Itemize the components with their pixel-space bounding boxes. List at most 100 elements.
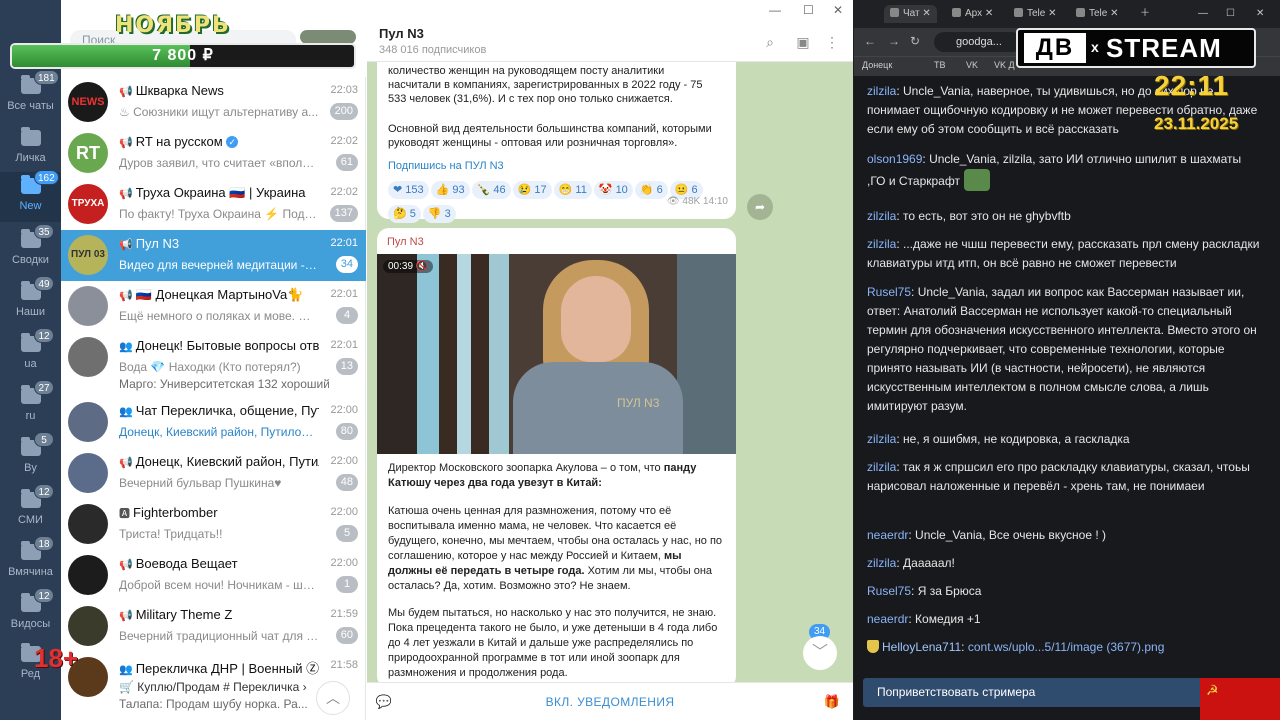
reaction-champagne[interactable]: 🍾 46 — [471, 181, 511, 199]
folder-new[interactable]: 162 New — [0, 170, 61, 222]
tab-telegram[interactable]: Tele ✕ — [1014, 5, 1057, 23]
reaction-heart[interactable]: ❤ 153 — [388, 181, 429, 199]
stream-clock: 22:11 — [1154, 70, 1230, 101]
folder-by[interactable]: 5 By — [0, 432, 61, 484]
address-bar[interactable]: goodga... — [934, 32, 1022, 52]
bookmark[interactable]: Донецк — [862, 60, 892, 70]
chat-username[interactable]: HelloyLena711 — [882, 640, 961, 654]
chat-item[interactable]: 📢 Воевода Вещает 22:00 Доброй всем ночи! … — [61, 550, 366, 601]
stream-logo-right: STREAM — [1106, 33, 1222, 63]
chat-item[interactable]: 👥Донецк! Бытовые вопросы ответы: 22:01 В… — [61, 332, 366, 396]
gift-icon[interactable]: 🎁 — [823, 693, 841, 711]
chat-item[interactable]: 👥Чат Перекличка, общение, Путил... 22:00… — [61, 397, 366, 448]
hammer-sickle-icon: ☭ — [1206, 682, 1219, 698]
close-icon[interactable]: ✕ — [1256, 5, 1264, 23]
unread-badge: 1 — [336, 576, 358, 593]
video-duration-mute[interactable]: 00:39 🔇 — [383, 260, 434, 273]
chat-username[interactable]: Rusel75 — [867, 285, 911, 299]
chat-username[interactable]: zilzila — [867, 556, 896, 570]
chat-username[interactable]: zilzila — [867, 460, 896, 474]
chat-username[interactable]: zilzila — [867, 84, 896, 98]
chat-name-text: Донецк! Бытовые вопросы ответы: — [135, 338, 319, 353]
folder-ru[interactable]: 27 ru — [0, 380, 61, 432]
bookmark[interactable]: ТВ — [934, 60, 946, 70]
more-icon[interactable]: ⋮ — [824, 34, 840, 50]
reload-icon[interactable]: ↻ — [910, 34, 920, 48]
chat-message: zilzila: Дааааал! — [867, 556, 955, 570]
folder-svodki[interactable]: 35 Сводки — [0, 224, 61, 276]
channel-icon: 📢 — [119, 457, 133, 469]
new-tab-button[interactable]: ＋ — [1140, 5, 1150, 23]
chat-time: 22:03 — [330, 84, 358, 96]
chat-item[interactable]: ТРУХА 📢 Труха Окраина 🇷🇺 | Украина 22:02 … — [61, 179, 366, 230]
chat-message-link[interactable]: cont.ws/uplo...5/11/image (3677).png — [968, 640, 1165, 654]
reaction-grin[interactable]: 😁 11 — [553, 181, 592, 199]
chat-preview: Донецк, Киевский район, Путиловка♥: — [119, 425, 319, 439]
folder-badge: 49 — [34, 276, 54, 291]
chat-item-active[interactable]: ПУЛ 03 📢 Пул N3 22:01 Видео для вечерней … — [61, 230, 366, 281]
reaction-clap[interactable]: 👏 6 — [634, 181, 668, 199]
enable-notifications-button[interactable]: ВКЛ. УВЕДОМЛЕНИЯ — [367, 683, 853, 720]
subscribe-link[interactable]: Подпишись на ПУЛ N3 — [388, 160, 504, 172]
folder-videos[interactable]: 12 Видосы — [0, 588, 61, 640]
unread-badge: 61 — [335, 154, 358, 171]
reaction-clown[interactable]: 🤡 10 — [593, 181, 633, 199]
tab-favicon-icon — [1014, 8, 1023, 17]
folder-sidebar: 181 Все чаты Личка 162 New 35 Сводки 49 Наши… — [0, 0, 61, 720]
folder-vmyachina[interactable]: 18 Вмячина — [0, 536, 61, 588]
chat-username[interactable]: neaerdr — [867, 528, 908, 542]
maximize-icon[interactable]: ☐ — [1226, 5, 1235, 23]
chat-title[interactable]: Пул N3 — [379, 26, 424, 41]
chat-username[interactable]: Rusel75 — [867, 584, 911, 598]
scroll-to-top-button[interactable]: ︿ — [316, 681, 350, 715]
reaction-thumbs-down[interactable]: 👎 3 — [422, 205, 456, 223]
bookmark[interactable]: VK — [966, 60, 978, 70]
chat-username[interactable]: olson1969 — [867, 152, 922, 166]
donation-goal-amount: 7 800 ₽ — [152, 47, 214, 64]
chat-name: 📢 Воевода Вещает — [119, 556, 319, 571]
back-icon[interactable]: ← — [864, 34, 876, 48]
forward-icon[interactable]: → — [888, 34, 900, 48]
reaction-thinking[interactable]: 🤔 5 — [388, 205, 421, 223]
scroll-down-button[interactable]: ﹀ — [803, 636, 837, 670]
message-text: Катюша очень ценная для размножения, пот… — [388, 504, 728, 594]
chat-username[interactable]: zilzila — [867, 209, 896, 223]
chat-username[interactable]: zilzila — [867, 432, 896, 446]
chat-username[interactable]: zilzila — [867, 237, 896, 251]
minimize-icon[interactable]: — — [769, 3, 781, 17]
chat-name-text: 🇷🇺 Донецкая МартыноVa🐈 — [135, 287, 304, 302]
share-button[interactable]: ➦ — [747, 194, 773, 220]
search-icon[interactable]: ⌕ — [762, 34, 778, 50]
reaction-thumbs-up[interactable]: 👍 93 — [430, 181, 470, 199]
chat-item[interactable]: 🅰 Fighterbomber 22:00 Триста! Тридцать!! … — [61, 499, 366, 550]
close-icon[interactable]: ✕ — [833, 3, 843, 17]
maximize-icon[interactable]: ☐ — [803, 3, 814, 17]
chat-item[interactable]: 📢 🇷🇺 Донецкая МартыноVa🐈 22:01 Ещё немног… — [61, 281, 366, 332]
chat-item[interactable]: RT 📢 RT на русском ✓ 22:02 Дуров заявил, … — [61, 128, 366, 179]
folder-all-chats[interactable]: 181 Все чаты — [0, 70, 61, 122]
chat-username[interactable]: neaerdr — [867, 612, 908, 626]
chat-item[interactable]: NEWS 📢 Шкварка News 22:03 ♨ Союзники ищут… — [61, 77, 366, 128]
folder-smi[interactable]: 12 СМИ — [0, 484, 61, 536]
message-sender[interactable]: Пул N3 — [387, 236, 424, 248]
chat-message-text: так я ж спршсил его про раскладку клавиа… — [867, 460, 1250, 493]
chat-name: 📢 Military Theme Z — [119, 607, 319, 622]
tab-chat[interactable]: Чат ✕ — [884, 5, 937, 23]
folder-personal[interactable]: Личка — [0, 124, 61, 174]
sidebar-toggle-icon[interactable]: ▣ — [795, 34, 811, 50]
chat-preview-line2: Марго: Университетская 132 хороший ... — [119, 377, 329, 391]
minimize-icon[interactable]: — — [1198, 5, 1208, 23]
folder-ua[interactable]: 12 ua — [0, 328, 61, 380]
chat-name-text: Перекличка ДНР | Военный Ⓩ До... — [135, 661, 319, 676]
tab-archive[interactable]: Арх ✕ — [952, 5, 993, 23]
message-text: Директор Московского зоопарка Акулова – … — [388, 461, 728, 491]
chat-name-text: RT на русском — [135, 134, 223, 149]
chat-item[interactable]: 📢 Military Theme Z 21:59 Вечерний традици… — [61, 601, 366, 652]
reaction-cry[interactable]: 😢 17 — [512, 181, 552, 199]
folder-badge: 18 — [34, 536, 54, 551]
bookmark[interactable]: VK Д — [994, 60, 1015, 70]
folder-nashi[interactable]: 49 Наши — [0, 276, 61, 328]
tab-telegram-2[interactable]: Tele ✕ — [1076, 5, 1119, 23]
chat-item[interactable]: 📢Донецк, Киевский район, Путило... 22:00… — [61, 448, 366, 499]
video-player[interactable]: ПУЛ N3 00:39 🔇 — [377, 254, 736, 454]
